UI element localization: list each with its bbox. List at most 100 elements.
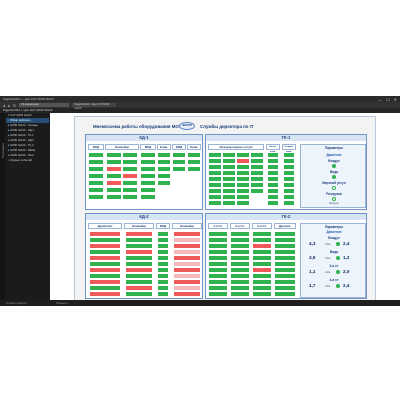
equipment-status-lamp[interactable] [173, 160, 185, 164]
equipment-status-lamp[interactable] [231, 274, 249, 278]
equipment-status-lamp[interactable] [174, 238, 200, 242]
equipment-status-lamp[interactable] [268, 189, 278, 193]
equipment-status-lamp[interactable] [126, 250, 152, 254]
equipment-status-lamp[interactable] [174, 280, 200, 284]
equipment-status-lamp[interactable] [251, 183, 263, 187]
equipment-status-lamp[interactable] [126, 238, 152, 242]
equipment-status-lamp[interactable] [209, 159, 221, 163]
equipment-status-lamp[interactable] [90, 268, 120, 272]
equipment-status-lamp[interactable] [141, 181, 155, 185]
equipment-status-lamp[interactable] [107, 160, 121, 164]
equipment-status-lamp[interactable] [268, 201, 278, 205]
equipment-status-lamp[interactable] [126, 274, 152, 278]
tab-label[interactable]: ГК-мониторинг [19, 103, 70, 107]
equipment-status-lamp[interactable] [251, 165, 263, 169]
equipment-status-lamp[interactable] [90, 262, 120, 266]
equipment-status-lamp[interactable] [275, 244, 295, 248]
equipment-status-lamp[interactable] [90, 232, 120, 236]
equipment-status-lamp[interactable] [209, 256, 227, 260]
equipment-status-lamp[interactable] [158, 268, 168, 272]
back-arrow-icon[interactable]: ◂ [3, 103, 5, 108]
equipment-status-lamp[interactable] [158, 256, 168, 260]
equipment-status-lamp[interactable] [275, 280, 295, 284]
equipment-status-lamp[interactable] [107, 174, 121, 178]
equipment-status-lamp[interactable] [89, 153, 103, 157]
equipment-status-lamp[interactable] [223, 195, 235, 199]
equipment-status-lamp[interactable] [126, 256, 152, 260]
equipment-status-lamp[interactable] [251, 159, 263, 163]
equipment-status-lamp[interactable] [90, 238, 120, 242]
equipment-status-lamp[interactable] [126, 232, 152, 236]
equipment-status-lamp[interactable] [90, 250, 120, 254]
equipment-status-lamp[interactable] [173, 167, 185, 171]
equipment-status-lamp[interactable] [209, 189, 221, 193]
equipment-status-lamp[interactable] [209, 165, 221, 169]
equipment-status-lamp[interactable] [253, 250, 271, 254]
equipment-status-lamp[interactable] [126, 244, 152, 248]
equipment-status-lamp[interactable] [89, 160, 103, 164]
equipment-status-lamp[interactable] [231, 286, 249, 290]
equipment-status-lamp[interactable] [126, 286, 152, 290]
equipment-status-lamp[interactable] [223, 165, 235, 169]
equipment-status-lamp[interactable] [158, 167, 170, 171]
equipment-status-lamp[interactable] [158, 232, 168, 236]
equipment-status-lamp[interactable] [158, 244, 168, 248]
equipment-status-lamp[interactable] [251, 177, 263, 181]
equipment-status-lamp[interactable] [253, 256, 271, 260]
equipment-status-lamp[interactable] [209, 244, 227, 248]
equipment-status-lamp[interactable] [253, 292, 271, 296]
equipment-status-lamp[interactable] [237, 165, 249, 169]
equipment-status-lamp[interactable] [126, 292, 152, 296]
close-button[interactable]: ✕ [394, 97, 397, 102]
equipment-status-lamp[interactable] [231, 256, 249, 260]
equipment-status-lamp[interactable] [158, 280, 168, 284]
equipment-status-lamp[interactable] [268, 165, 278, 169]
equipment-status-lamp[interactable] [268, 153, 278, 157]
equipment-status-lamp[interactable] [284, 201, 294, 205]
equipment-status-lamp[interactable] [284, 195, 294, 199]
equipment-status-lamp[interactable] [251, 171, 263, 175]
equipment-status-lamp[interactable] [123, 160, 137, 164]
tree-item[interactable]: ▪Журнал событий [6, 158, 49, 163]
equipment-status-lamp[interactable] [275, 256, 295, 260]
equipment-status-lamp[interactable] [268, 171, 278, 175]
equipment-status-lamp[interactable] [174, 286, 200, 290]
equipment-status-lamp[interactable] [90, 292, 120, 296]
equipment-status-lamp[interactable] [89, 188, 103, 192]
equipment-status-lamp[interactable] [174, 262, 200, 266]
equipment-status-lamp[interactable] [158, 292, 168, 296]
equipment-status-lamp[interactable] [174, 256, 200, 260]
equipment-status-lamp[interactable] [107, 167, 121, 171]
equipment-status-lamp[interactable] [284, 153, 294, 157]
equipment-status-lamp[interactable] [275, 292, 295, 296]
address-field[interactable]: PageSCADA > Цех КСУ МОФ №123 [72, 103, 117, 110]
equipment-status-lamp[interactable] [223, 159, 235, 163]
equipment-status-lamp[interactable] [209, 250, 227, 254]
equipment-status-lamp[interactable] [123, 153, 137, 157]
equipment-status-lamp[interactable] [237, 195, 249, 199]
equipment-status-lamp[interactable] [253, 280, 271, 284]
equipment-status-lamp[interactable] [253, 286, 271, 290]
equipment-status-lamp[interactable] [223, 201, 235, 205]
equipment-status-lamp[interactable] [90, 274, 120, 278]
equipment-status-lamp[interactable] [253, 262, 271, 266]
equipment-status-lamp[interactable] [209, 177, 221, 181]
equipment-status-lamp[interactable] [209, 274, 227, 278]
equipment-status-lamp[interactable] [253, 268, 271, 272]
equipment-status-lamp[interactable] [268, 183, 278, 187]
equipment-status-lamp[interactable] [158, 250, 168, 254]
forward-arrow-icon[interactable]: ▸ [8, 103, 10, 108]
equipment-status-lamp[interactable] [253, 244, 271, 248]
equipment-status-lamp[interactable] [209, 280, 227, 284]
explorer-vertical-tab[interactable]: Проводник [0, 113, 5, 306]
equipment-status-lamp[interactable] [231, 232, 249, 236]
equipment-status-lamp[interactable] [90, 286, 120, 290]
equipment-status-lamp[interactable] [173, 153, 185, 157]
equipment-status-lamp[interactable] [231, 238, 249, 242]
equipment-status-lamp[interactable] [158, 160, 170, 164]
equipment-status-lamp[interactable] [158, 286, 168, 290]
equipment-status-lamp[interactable] [126, 262, 152, 266]
equipment-status-lamp[interactable] [251, 153, 263, 157]
equipment-status-lamp[interactable] [209, 286, 227, 290]
equipment-status-lamp[interactable] [284, 177, 294, 181]
